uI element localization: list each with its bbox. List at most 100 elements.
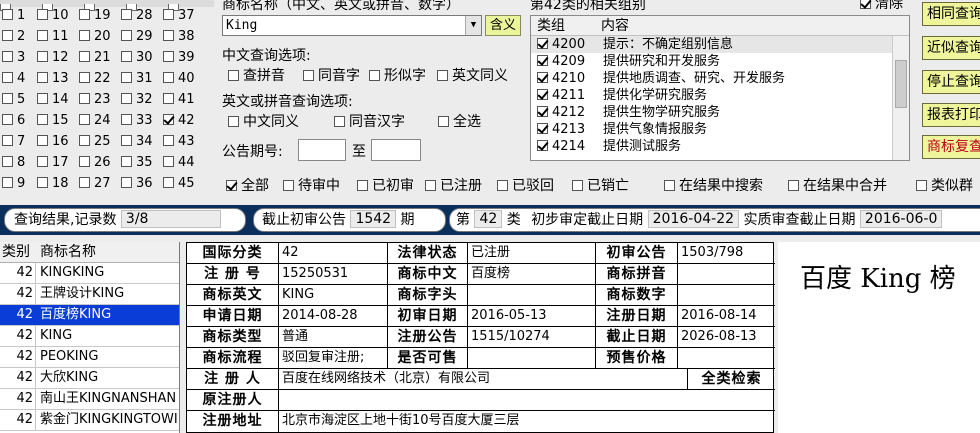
class-checkbox-36[interactable]: 36 (121, 175, 153, 193)
class-checkbox-16[interactable]: 16 (37, 133, 69, 151)
class-checkbox-6[interactable]: 6 (2, 112, 25, 130)
group-list[interactable]: 类组 内容 4200 提示：不确定组别信息 4209 提供研究和开发服务 4210 提供地… (530, 15, 910, 161)
status-filter-4[interactable]: 已注册 (425, 177, 482, 195)
class-checkbox-2[interactable]: 2 (2, 28, 25, 46)
class-checkbox-41[interactable]: 41 (163, 91, 195, 109)
action-button-2[interactable]: 近似查询 (922, 36, 980, 60)
en-option-homophone-hanzi[interactable]: 同音汉字 (334, 113, 405, 131)
class-checkbox-8[interactable]: 8 (2, 154, 25, 172)
class-checkbox-20[interactable]: 20 (79, 28, 111, 46)
cn-option-homophone[interactable]: 同音字 (303, 67, 360, 85)
status-filter-2[interactable]: 待审中 (283, 177, 340, 195)
en-option-cn-synonym[interactable]: 中文同义 (228, 113, 299, 131)
class-checkbox-43[interactable]: 43 (163, 133, 195, 151)
class-checkbox-44[interactable]: 44 (163, 154, 195, 172)
class-checkbox-23[interactable]: 23 (79, 91, 111, 109)
class-checkbox-31[interactable]: 31 (121, 70, 153, 88)
class-checkbox-3[interactable]: 3 (2, 49, 25, 67)
status-filter-1[interactable]: 全部 (226, 177, 269, 195)
result-option-3[interactable]: 类似群 (916, 177, 973, 195)
class-checkbox-27[interactable]: 27 (79, 175, 111, 193)
class-checkbox-39[interactable]: 39 (163, 49, 195, 67)
class-checkbox-13[interactable]: 13 (37, 70, 69, 88)
class-checkbox-15[interactable]: 15 (37, 112, 69, 130)
hanyi-button[interactable]: 含义 (485, 15, 521, 36)
class-checkbox-28[interactable]: 28 (121, 7, 153, 25)
result-option-1[interactable]: 在结果中搜索 (664, 177, 763, 195)
clear-checkbox[interactable]: 清除 (860, 0, 903, 13)
class-checkbox-14[interactable]: 14 (37, 91, 69, 109)
list-item[interactable]: 42 南山王KINGNANSHAN (0, 389, 179, 410)
chevron-down-icon[interactable]: ▼ (465, 16, 481, 35)
checkbox-icon[interactable] (537, 72, 548, 83)
list-item[interactable]: 42 紫金门KINGKINGTOWI (0, 410, 179, 431)
class-checkbox-4[interactable]: 4 (2, 70, 25, 88)
class-checkbox-40[interactable]: 40 (163, 70, 195, 88)
status-filter-5[interactable]: 已驳回 (497, 177, 554, 195)
class-checkbox-35[interactable]: 35 (121, 154, 153, 172)
group-list-scrollbar[interactable] (892, 36, 909, 160)
trademark-name-combo[interactable]: King ▼ (222, 15, 482, 36)
cn-option-pinyin[interactable]: 查拼音 (228, 67, 285, 85)
checkbox-icon[interactable] (537, 123, 548, 134)
class-checkbox-5[interactable]: 5 (2, 91, 25, 109)
class-checkbox-26[interactable]: 26 (79, 154, 111, 172)
checkbox-icon[interactable] (537, 89, 548, 100)
result-list[interactable]: 类别 商标名称 42 KINGKING 42 王牌设计KING 42 百度榜KING 42 K… (0, 242, 180, 433)
list-item[interactable]: 42 KING (0, 326, 179, 347)
result-option-2[interactable]: 在结果中合并 (788, 177, 887, 195)
group-row[interactable]: 4214 提供测试服务 (531, 138, 909, 155)
checkbox-icon[interactable] (537, 38, 548, 49)
class-checkbox-9[interactable]: 9 (2, 175, 25, 193)
class-checkbox-7[interactable]: 7 (2, 133, 25, 151)
list-item[interactable]: 42 王牌设计KING (0, 284, 179, 305)
list-item[interactable]: 42 KINGKING (0, 263, 179, 284)
full-class-search-button[interactable]: 全类检索 (688, 369, 775, 390)
en-option-select-all[interactable]: 全选 (438, 113, 481, 131)
action-button-1[interactable]: 相同查询 (922, 2, 980, 26)
class-checkbox-34[interactable]: 34 (121, 133, 153, 151)
action-button-3[interactable]: 停止查询 (922, 70, 980, 94)
scroll-thumb[interactable] (895, 60, 907, 108)
list-item[interactable]: 42 百度榜KING (0, 305, 179, 326)
list-item[interactable]: 42 PEOKING (0, 347, 179, 368)
class-checkbox-25[interactable]: 25 (79, 133, 111, 151)
class-checkbox-37[interactable]: 37 (163, 7, 195, 25)
class-checkbox-1[interactable]: 1 (2, 7, 25, 25)
class-checkbox-45[interactable]: 45 (163, 175, 195, 193)
class-checkbox-19[interactable]: 19 (79, 7, 111, 25)
gazette-to-input[interactable] (371, 139, 421, 161)
status-filter-3[interactable]: 已初审 (357, 177, 414, 195)
status-filter-6[interactable]: 已销亡 (572, 177, 629, 195)
cn-option-shape[interactable]: 形似字 (369, 67, 426, 85)
list-item[interactable]: 42 大欣KING (0, 368, 179, 389)
group-row[interactable]: 4212 提供生物学研究服务 (531, 104, 909, 121)
class-checkbox-33[interactable]: 33 (121, 112, 153, 130)
checkbox-icon[interactable] (537, 55, 548, 66)
group-row[interactable]: 4209 提供研究和开发服务 (531, 53, 909, 70)
class-checkbox-11[interactable]: 11 (37, 28, 69, 46)
group-row[interactable]: 4211 提供化学研究服务 (531, 87, 909, 104)
action-button-4[interactable]: 报表打印 (922, 103, 980, 127)
class-checkbox-38[interactable]: 38 (163, 28, 195, 46)
class-checkbox-17[interactable]: 17 (37, 154, 69, 172)
class-checkbox-32[interactable]: 32 (121, 91, 153, 109)
class-checkbox-21[interactable]: 21 (79, 49, 111, 67)
group-row[interactable]: 4200 提示：不确定组别信息 (531, 36, 909, 53)
checkbox-icon[interactable] (537, 106, 548, 117)
class-checkbox-10[interactable]: 10 (37, 7, 69, 25)
group-list-header: 类组 内容 (531, 16, 909, 36)
checkbox-icon[interactable] (537, 140, 548, 151)
gazette-from-input[interactable] (298, 139, 346, 161)
class-checkbox-42[interactable]: 42 (163, 112, 195, 130)
class-checkbox-30[interactable]: 30 (121, 49, 153, 67)
class-checkbox-24[interactable]: 24 (79, 112, 111, 130)
class-checkbox-12[interactable]: 12 (37, 49, 69, 67)
group-row[interactable]: 4210 提供地质调查、研究、开发服务 (531, 70, 909, 87)
cn-option-en-synonym[interactable]: 英文同义 (437, 67, 508, 85)
class-checkbox-29[interactable]: 29 (121, 28, 153, 46)
group-row[interactable]: 4213 提供气象情报服务 (531, 121, 909, 138)
action-button-5[interactable]: 商标复查 (922, 135, 980, 159)
class-checkbox-18[interactable]: 18 (37, 175, 69, 193)
class-checkbox-22[interactable]: 22 (79, 70, 111, 88)
